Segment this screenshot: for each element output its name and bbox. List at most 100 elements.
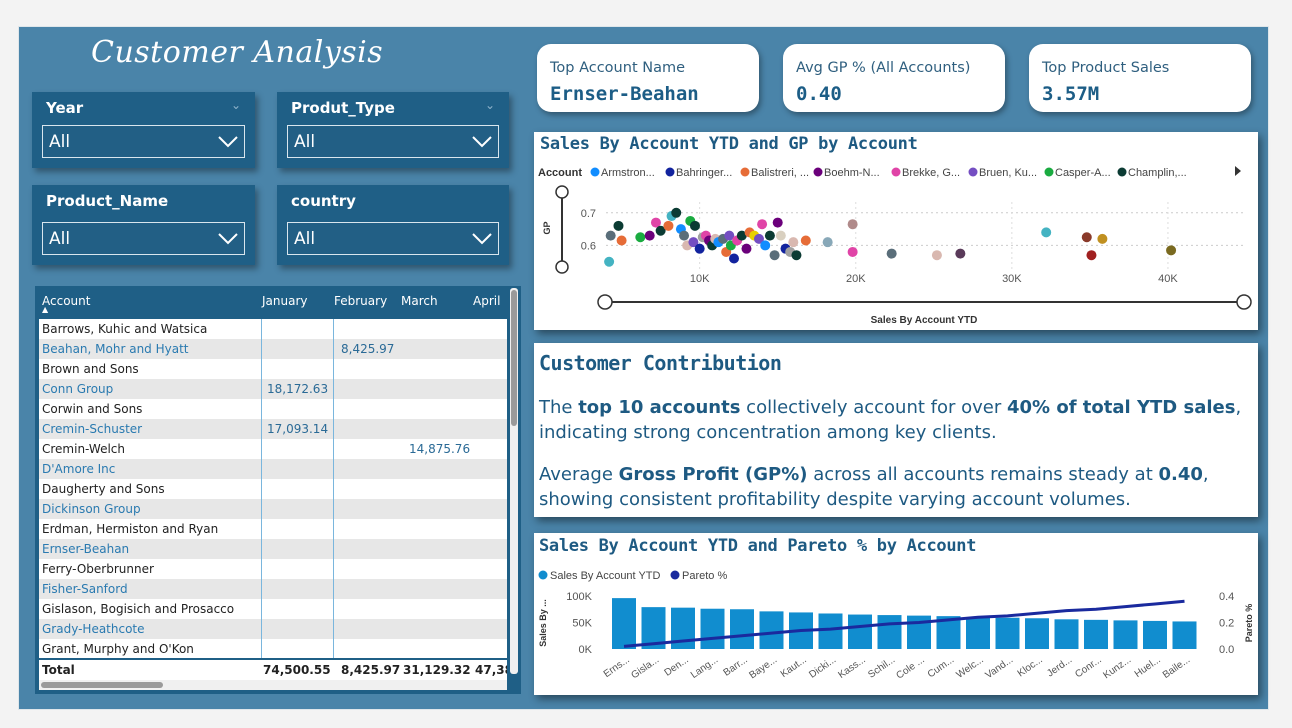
slicer-dropdown[interactable]: All — [287, 222, 499, 255]
data-point[interactable] — [616, 235, 627, 246]
slicer-product-name[interactable]: Product_Name All — [32, 185, 255, 265]
scatter-chart-panel[interactable]: Sales By Account YTD and GP by Account A… — [534, 132, 1258, 330]
data-point[interactable] — [671, 207, 682, 218]
slicer-dropdown[interactable]: All — [42, 125, 245, 158]
pareto-chart[interactable]: Sales By Account YTD and Pareto % by Acc… — [534, 533, 1258, 695]
pareto-chart-panel[interactable]: Sales By Account YTD and Pareto % by Acc… — [534, 533, 1258, 695]
data-point[interactable] — [791, 250, 802, 261]
table-row[interactable]: Cremin-Welch 14,875.76 — [39, 439, 507, 459]
data-point[interactable] — [729, 253, 739, 264]
data-point[interactable] — [764, 230, 775, 241]
column-header-february[interactable]: February — [334, 294, 387, 308]
bar[interactable] — [1084, 619, 1108, 649]
bar[interactable] — [1113, 620, 1138, 649]
data-point[interactable] — [663, 220, 674, 231]
bar[interactable] — [612, 598, 636, 649]
table-row[interactable]: Ferry-Oberbrunner — [39, 559, 507, 579]
table-row[interactable]: Daugherty and Sons — [39, 479, 507, 499]
data-point[interactable] — [788, 237, 799, 248]
data-point[interactable] — [772, 217, 783, 228]
data-point[interactable] — [741, 243, 752, 254]
data-point[interactable] — [1097, 233, 1108, 244]
kpi-card-top-account[interactable]: Top Account Name Ernser-Beahan — [537, 44, 759, 112]
legend-item[interactable]: Armstron... — [601, 167, 655, 179]
data-point[interactable] — [694, 243, 705, 254]
table-row[interactable]: Dickinson Group — [39, 499, 507, 519]
legend-item[interactable]: Balistreri, ... — [751, 167, 809, 179]
legend-item[interactable]: Boehm-N... — [824, 167, 880, 179]
bar[interactable] — [700, 608, 725, 649]
bar[interactable] — [877, 615, 902, 649]
data-point[interactable] — [757, 219, 768, 230]
table-row[interactable]: Beahan, Mohr and Hyatt 8,425.97 — [39, 339, 507, 359]
scatter-chart[interactable]: Account Armstron... Bahringer... Balistreri… — [534, 132, 1258, 330]
scrollbar-thumb[interactable] — [511, 290, 517, 426]
bar[interactable] — [730, 609, 754, 649]
slicer-country[interactable]: country All — [277, 185, 509, 265]
table-row[interactable]: Grant, Murphy and O'Kon — [39, 639, 507, 658]
slider-handle[interactable] — [555, 185, 569, 199]
data-point[interactable] — [847, 219, 858, 230]
bar[interactable] — [759, 611, 784, 649]
data-point[interactable] — [769, 250, 780, 261]
slicer-dropdown[interactable]: All — [42, 222, 245, 255]
table-row[interactable]: Fisher-Sanford — [39, 579, 507, 599]
legend-item[interactable]: Bahringer... — [676, 167, 732, 179]
table-row[interactable]: Brown and Sons — [39, 359, 507, 379]
slicer-dropdown[interactable]: All — [287, 125, 499, 158]
bar[interactable] — [1025, 618, 1049, 649]
table-row[interactable]: Cremin-Schuster 17,093.14 — [39, 419, 507, 439]
legend-item[interactable]: Brekke, G... — [902, 167, 960, 179]
column-header-april[interactable]: April — [473, 294, 500, 308]
bar[interactable] — [1054, 619, 1079, 649]
data-point[interactable] — [822, 237, 833, 248]
legend-item[interactable]: Pareto % — [682, 570, 727, 582]
data-point[interactable] — [604, 256, 615, 267]
legend-next-icon[interactable] — [1235, 166, 1241, 176]
bar[interactable] — [818, 613, 843, 649]
data-point[interactable] — [955, 248, 966, 259]
legend-item[interactable]: Casper-A... — [1055, 167, 1111, 179]
bar[interactable] — [1172, 621, 1197, 649]
table-row[interactable]: Conn Group 18,172.63 — [39, 379, 507, 399]
legend-item[interactable]: Bruen, Ku... — [979, 167, 1037, 179]
data-point[interactable] — [760, 240, 771, 251]
data-point[interactable] — [679, 230, 690, 241]
data-point[interactable] — [1166, 245, 1177, 256]
column-header-january[interactable]: January — [262, 294, 308, 308]
legend-item[interactable]: Sales By Account YTD — [550, 570, 661, 582]
data-point[interactable] — [931, 250, 942, 261]
vertical-scrollbar[interactable] — [510, 288, 518, 674]
table-row[interactable]: D'Amore Inc — [39, 459, 507, 479]
chevron-down-icon[interactable]: ⌄ — [231, 98, 241, 112]
chevron-down-icon[interactable]: ⌄ — [485, 98, 495, 112]
scrollbar-thumb[interactable] — [41, 682, 163, 688]
bar[interactable] — [848, 614, 872, 649]
table-row[interactable]: Ernser-Beahan — [39, 539, 507, 559]
table-row[interactable]: Grady-Heathcote — [39, 619, 507, 639]
column-header-account[interactable]: Account — [42, 294, 90, 308]
data-point[interactable] — [775, 230, 786, 241]
data-point[interactable] — [847, 246, 858, 257]
data-point[interactable] — [605, 230, 616, 241]
horizontal-scrollbar[interactable] — [39, 680, 507, 690]
data-point[interactable] — [613, 220, 624, 231]
slicer-year[interactable]: Year ⌄ All — [32, 92, 255, 168]
table-row[interactable]: Gislason, Bogisich and Prosacco — [39, 599, 507, 619]
data-point[interactable] — [689, 220, 700, 231]
table-row[interactable]: Erdman, Hermiston and Ryan — [39, 519, 507, 539]
data-point[interactable] — [1086, 250, 1097, 261]
kpi-card-avg-gp[interactable]: Avg GP % (All Accounts) 0.40 — [783, 44, 1005, 112]
table-row[interactable]: Corwin and Sons — [39, 399, 507, 419]
bar[interactable] — [995, 617, 1020, 649]
account-matrix-table[interactable]: Account ▲ January February March April B… — [35, 286, 521, 694]
data-point[interactable] — [886, 248, 897, 259]
slider-handle[interactable] — [1236, 294, 1252, 310]
slider-handle[interactable] — [555, 260, 569, 274]
data-point[interactable] — [635, 232, 646, 243]
table-row[interactable]: Barrows, Kuhic and Watsica — [39, 319, 507, 339]
data-point[interactable] — [1041, 227, 1052, 238]
column-header-march[interactable]: March — [401, 294, 438, 308]
slider-handle[interactable] — [597, 294, 613, 310]
data-point[interactable] — [644, 230, 655, 241]
